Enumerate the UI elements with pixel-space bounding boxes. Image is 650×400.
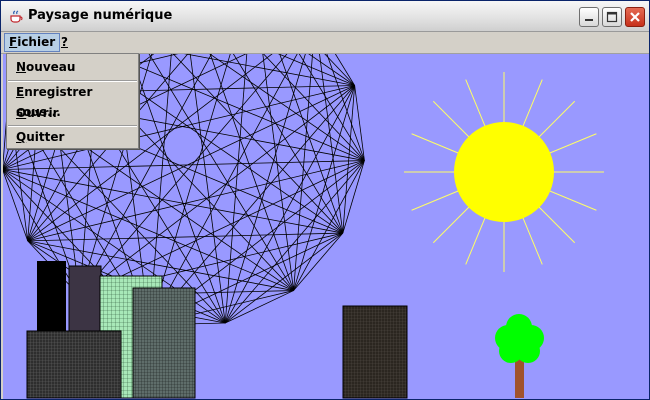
building-black (37, 261, 66, 332)
wire-line (277, 54, 355, 86)
tree-leaves-center (507, 330, 531, 354)
building-purple (68, 265, 102, 337)
wire-line (232, 54, 344, 234)
menu-fichier[interactable]: Fichier (4, 33, 61, 52)
java-cup-icon (10, 10, 23, 23)
wire-line (224, 85, 356, 324)
wire-line (354, 85, 365, 161)
wire-line (334, 54, 355, 86)
wire-line (3, 160, 365, 170)
close-button[interactable] (625, 7, 645, 27)
building-dark (26, 330, 122, 399)
sun (404, 72, 604, 272)
wire-line (172, 54, 344, 234)
minimize-button[interactable] (579, 7, 599, 27)
wire-line (224, 160, 365, 324)
wire-line (342, 85, 356, 234)
building-grey (132, 287, 196, 399)
minimize-icon (585, 19, 593, 21)
app-window: Paysage numérique Fichier ? Nouveau Enre… (0, 0, 650, 400)
maximize-button[interactable] (602, 7, 622, 27)
wire-line (27, 232, 343, 242)
wire-line (224, 232, 344, 324)
menu-bar: Fichier ? (1, 32, 649, 54)
close-icon (630, 12, 640, 22)
building-brown (342, 305, 408, 399)
wire-line (293, 85, 356, 291)
maximize-icon (606, 11, 618, 23)
menu-item-nouveau[interactable]: Nouveau (7, 57, 138, 77)
menu-item-enregistrer-sous[interactable]: Enregistrer sous... (7, 82, 138, 119)
wire-line (149, 54, 298, 326)
menu-item-ouvrir[interactable]: Ouvrir (7, 103, 138, 123)
tree (495, 314, 544, 398)
wire-line (225, 290, 294, 324)
fichier-dropdown-menu: Nouveau Enregistrer sous... Ouvrir Quitt… (6, 53, 139, 149)
window-title: Paysage numérique (28, 8, 173, 23)
wire-line (262, 54, 294, 291)
wire-line (293, 232, 344, 291)
menu-help[interactable]: ? (57, 33, 72, 52)
sun-disc (454, 122, 554, 222)
menu-item-quitter[interactable]: Quitter (7, 127, 138, 147)
title-bar[interactable]: Paysage numérique (1, 1, 649, 32)
